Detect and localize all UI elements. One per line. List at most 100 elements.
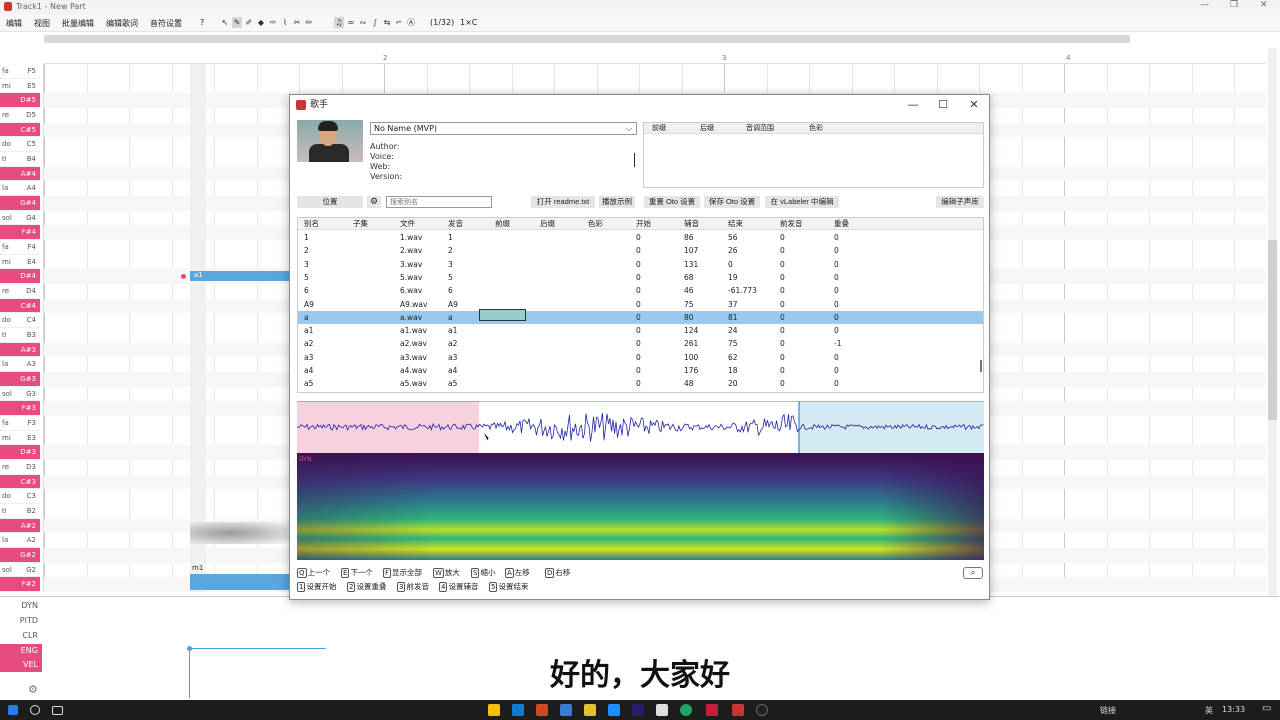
table-cell[interactable]: 86 [684, 231, 694, 244]
dialog-minimize-icon[interactable]: — [906, 98, 920, 112]
expression-clr[interactable]: CLR [0, 629, 42, 643]
piano-key[interactable]: C#3 [0, 474, 40, 490]
table-row[interactable]: a1 a1.wav a1 0 124 24 0 0 [298, 324, 983, 337]
column-header[interactable]: 前缀 [495, 218, 510, 230]
table-cell[interactable]: a3 [304, 351, 313, 364]
column-header[interactable]: 结束 [728, 218, 743, 230]
table-cell[interactable]: 0 [636, 231, 641, 244]
close-icon[interactable]: ✕ [1260, 0, 1268, 10]
table-cell[interactable]: 2 [448, 244, 453, 257]
table-cell[interactable]: 0 [834, 377, 839, 390]
table-cell[interactable]: 0 [636, 377, 641, 390]
table-cell[interactable]: 0 [636, 311, 641, 324]
table-cell[interactable]: 0 [834, 364, 839, 377]
reset-oto-button[interactable]: 重置 Oto 设置 [644, 196, 700, 208]
piano-key[interactable]: fa F3 [0, 416, 40, 431]
piano-key[interactable]: D#5 [0, 93, 40, 108]
table-cell[interactable]: A9 [304, 298, 314, 311]
gear-icon[interactable]: ⚙ [367, 196, 381, 208]
table-cell[interactable]: a1 [448, 324, 457, 337]
note-block[interactable]: m1 [190, 564, 290, 590]
table-cell[interactable]: 0 [834, 324, 839, 337]
minimize-icon[interactable]: — [1200, 0, 1209, 10]
table-cell[interactable]: 124 [684, 324, 698, 337]
table-cell[interactable]: 0 [780, 271, 785, 284]
pen-tool-icon[interactable]: ✎ [232, 17, 242, 28]
app-icon[interactable] [560, 704, 572, 716]
audition-icon[interactable] [632, 704, 644, 716]
windows-start-icon[interactable] [8, 705, 18, 715]
table-cell[interactable]: -1 [834, 337, 841, 350]
table-cell[interactable]: 176 [684, 364, 698, 377]
table-cell[interactable]: 0 [780, 298, 785, 311]
table-cell[interactable]: A9 [448, 298, 458, 311]
table-cell[interactable]: 19 [728, 271, 738, 284]
table-cell[interactable]: 0 [834, 271, 839, 284]
piano-key[interactable]: F#3 [0, 401, 40, 416]
table-row[interactable]: a5 a5.wav a5 0 48 20 0 0 [298, 377, 983, 390]
tips-toggle-icon[interactable]: Ⓐ [406, 17, 416, 28]
menu-help[interactable]: ? [200, 18, 204, 27]
table-cell[interactable]: 0 [780, 351, 785, 364]
table-cell[interactable]: 0 [780, 311, 785, 324]
table-cell[interactable]: 1 [304, 231, 309, 244]
singer-select[interactable]: No Name (MVP) ⌵ [370, 122, 637, 135]
table-cell[interactable]: 75 [684, 298, 694, 311]
wps-icon[interactable] [706, 704, 718, 716]
table-cell[interactable]: 18 [728, 364, 738, 377]
table-cell[interactable]: 0 [780, 231, 785, 244]
table-cell[interactable]: 2 [304, 244, 309, 257]
piano-key[interactable]: ti B4 [0, 152, 40, 167]
table-cell[interactable]: 5.wav [400, 271, 422, 284]
table-cell[interactable]: 0 [636, 271, 641, 284]
openutau-icon[interactable] [732, 704, 744, 716]
piano-key[interactable]: la A2 [0, 533, 40, 548]
column-header[interactable]: 重叠 [834, 218, 849, 230]
table-cell[interactable]: a1 [304, 324, 313, 337]
timeline-ruler[interactable]: 2 3 4 [44, 48, 1266, 64]
table-cell[interactable]: 2.wav [400, 244, 422, 257]
table-cell[interactable]: 0 [834, 231, 839, 244]
table-cell[interactable]: a5 [304, 377, 313, 390]
table-cell[interactable]: 0 [780, 244, 785, 257]
table-row[interactable]: a a.wav a 0 80 81 0 0 [298, 310, 983, 325]
knife-tool-icon[interactable]: ✂ [292, 17, 302, 28]
vibrato-toggle-icon[interactable]: ∫ [370, 17, 380, 28]
table-cell[interactable]: a4 [448, 364, 457, 377]
piano-key[interactable]: F#4 [0, 225, 40, 240]
table-cell[interactable]: 0 [636, 244, 641, 257]
table-cell[interactable]: 0 [728, 258, 733, 271]
table-row[interactable]: 3 3.wav 3 0 131 0 0 0 [298, 258, 983, 271]
table-cell[interactable]: 0 [780, 364, 785, 377]
lyrics-toggle-icon[interactable]: ⌐ [394, 17, 404, 28]
piano-key[interactable]: mi E4 [0, 255, 40, 270]
search-icon[interactable] [30, 705, 40, 715]
menu-edit-lyrics[interactable]: 编辑歌词 [106, 18, 138, 29]
table-cell[interactable]: 68 [684, 271, 694, 284]
table-cell[interactable]: a.wav [400, 311, 422, 324]
table-cell[interactable]: a3 [448, 351, 457, 364]
table-row[interactable]: 1 1.wav 1 0 86 56 0 0 [298, 231, 983, 244]
table-cell[interactable]: 48 [684, 377, 694, 390]
table-cell[interactable]: a2 [304, 337, 313, 350]
table-cell[interactable]: 0 [780, 284, 785, 297]
table-cell[interactable]: 100 [684, 351, 698, 364]
table-row[interactable]: 2 2.wav 2 0 107 26 0 0 [298, 244, 983, 257]
piano-key[interactable]: G#3 [0, 372, 40, 387]
eraser-tool-icon[interactable]: ◆ [256, 17, 266, 28]
notification-icon[interactable]: ▭ [1262, 703, 1271, 714]
piano-key[interactable]: re D4 [0, 284, 40, 299]
store-icon[interactable] [512, 704, 524, 716]
input-language[interactable]: 英 [1205, 705, 1213, 716]
file-explorer-icon[interactable] [488, 704, 500, 716]
column-header[interactable]: 开始 [636, 218, 651, 230]
table-cell[interactable]: a3.wav [400, 351, 427, 364]
table-cell[interactable]: 6 [304, 284, 309, 297]
note-toggle-icon[interactable]: ♫ [334, 17, 344, 28]
table-cell[interactable]: 0 [834, 258, 839, 271]
table-scrollbar-thumb[interactable] [980, 360, 982, 372]
table-cell[interactable]: 1 [448, 231, 453, 244]
column-header[interactable]: 发音 [448, 218, 463, 230]
column-header[interactable]: 色彩 [588, 218, 603, 230]
piano-key[interactable]: A#4 [0, 166, 40, 182]
